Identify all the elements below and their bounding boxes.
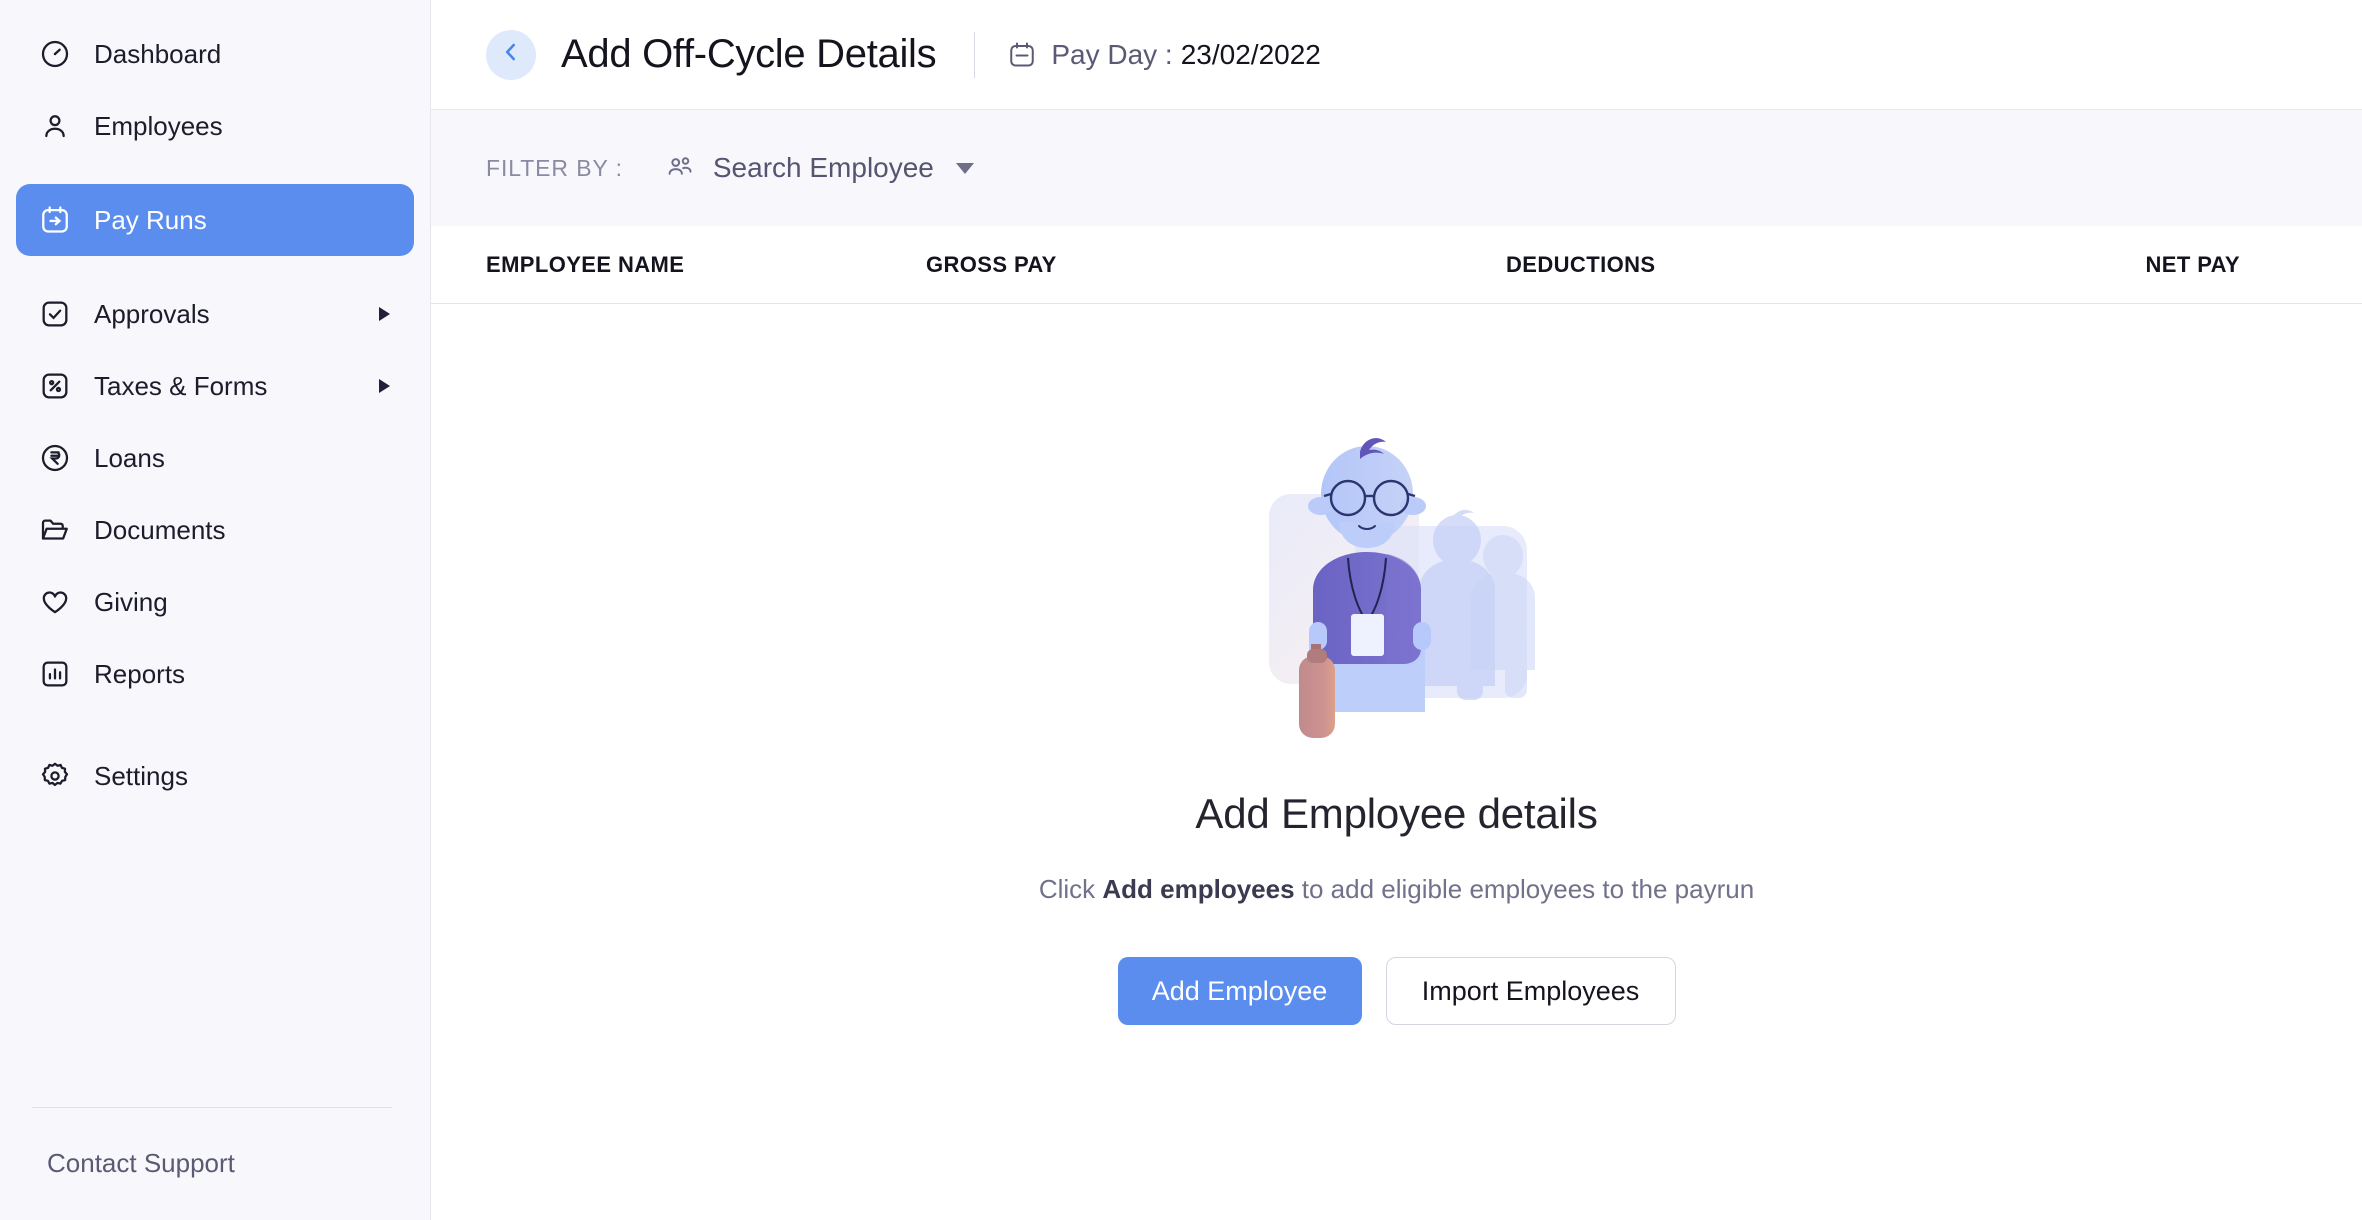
chevron-right-icon [379, 379, 390, 393]
chevron-down-icon[interactable] [955, 162, 974, 174]
sidebar-item-label: Settings [94, 760, 188, 791]
sidebar-item-taxes-and-forms[interactable]: Taxes & Forms [16, 350, 414, 422]
add-employee-button[interactable]: Add Employee [1117, 957, 1362, 1025]
chevron-right-icon [379, 307, 390, 321]
chevron-left-icon [498, 39, 524, 70]
contact-support-link[interactable]: Contact Support [0, 1108, 430, 1220]
app-root: Dashboard Employees Pay Runs Approvals T… [0, 0, 2362, 1220]
main-content: Add Off-Cycle Details Pay Day : 23/02/20… [431, 0, 2362, 1220]
page-title: Add Off-Cycle Details [561, 32, 937, 76]
percent-square-icon [38, 369, 72, 403]
table-header-row: EMPLOYEE NAME GROSS PAY DEDUCTIONS NET P… [431, 226, 2362, 304]
filter-by-label: FILTER BY : [486, 154, 623, 181]
check-square-icon [38, 297, 72, 331]
sidebar-item-label: Dashboard [94, 38, 222, 69]
sidebar-item-settings[interactable]: Settings [16, 740, 414, 812]
payday-info: Pay Day : 23/02/2022 [1007, 39, 1321, 71]
import-employees-button[interactable]: Import Employees [1385, 957, 1676, 1025]
column-header-gross-pay: GROSS PAY [926, 251, 1057, 277]
gear-icon [38, 759, 72, 793]
gauge-icon [38, 37, 72, 71]
empty-state-subtitle-bold: Add employees [1102, 874, 1295, 904]
sidebar: Dashboard Employees Pay Runs Approvals T… [0, 0, 431, 1220]
sidebar-item-label: Taxes & Forms [94, 370, 268, 401]
sidebar-item-label: Documents [94, 514, 226, 545]
sidebar-item-label: Employees [94, 110, 223, 141]
rupee-circle-icon [38, 441, 72, 475]
payday-label: Pay Day : [1051, 38, 1173, 70]
search-employee-value: Search Employee [712, 152, 934, 183]
column-header-deductions: DEDUCTIONS [1506, 251, 1656, 277]
calendar-icon [1007, 40, 1037, 70]
sidebar-item-loans[interactable]: Loans [16, 422, 414, 494]
sidebar-item-employees[interactable]: Employees [16, 90, 414, 162]
column-header-employee-name: EMPLOYEE NAME [486, 251, 685, 277]
empty-state: Add Employee details Click Add employees… [431, 304, 2362, 1220]
sidebar-item-label: Pay Runs [94, 204, 207, 235]
filter-bar: FILTER BY : Search Employee [431, 110, 2362, 226]
search-employee-dropdown[interactable]: Search Employee [665, 152, 974, 184]
empty-state-subtitle-suffix: to add eligible employees to the payrun [1294, 874, 1755, 904]
heart-icon [38, 585, 72, 619]
page-header: Add Off-Cycle Details Pay Day : 23/02/20… [431, 0, 2362, 110]
empty-state-title: Add Employee details [1195, 790, 1598, 837]
employee-with-badge-and-briefcase-illustration [1247, 408, 1547, 748]
header-divider [974, 31, 976, 78]
empty-state-subtitle: Click Add employees to add eligible empl… [1039, 874, 1754, 905]
users-icon [665, 153, 695, 183]
calendar-arrow-icon [38, 203, 72, 237]
payday-value: 23/02/2022 [1180, 38, 1321, 70]
column-header-net-pay: NET PAY [2145, 251, 2240, 277]
empty-state-subtitle-prefix: Click [1038, 874, 1103, 904]
sidebar-item-dashboard[interactable]: Dashboard [16, 18, 414, 90]
person-icon [38, 109, 72, 143]
sidebar-item-label: Giving [94, 586, 168, 617]
folder-icon [38, 513, 72, 547]
sidebar-item-documents[interactable]: Documents [16, 494, 414, 566]
sidebar-item-label: Reports [94, 658, 186, 689]
sidebar-item-label: Approvals [94, 298, 210, 329]
back-button[interactable] [486, 29, 536, 80]
sidebar-item-pay-runs[interactable]: Pay Runs [16, 184, 414, 256]
sidebar-item-giving[interactable]: Giving [16, 566, 414, 638]
sidebar-item-reports[interactable]: Reports [16, 638, 414, 710]
sidebar-item-label: Loans [94, 442, 165, 473]
bar-chart-icon [38, 657, 72, 691]
empty-state-actions: Add Employee Import Employees [1117, 957, 1676, 1025]
sidebar-item-approvals[interactable]: Approvals [16, 278, 414, 350]
